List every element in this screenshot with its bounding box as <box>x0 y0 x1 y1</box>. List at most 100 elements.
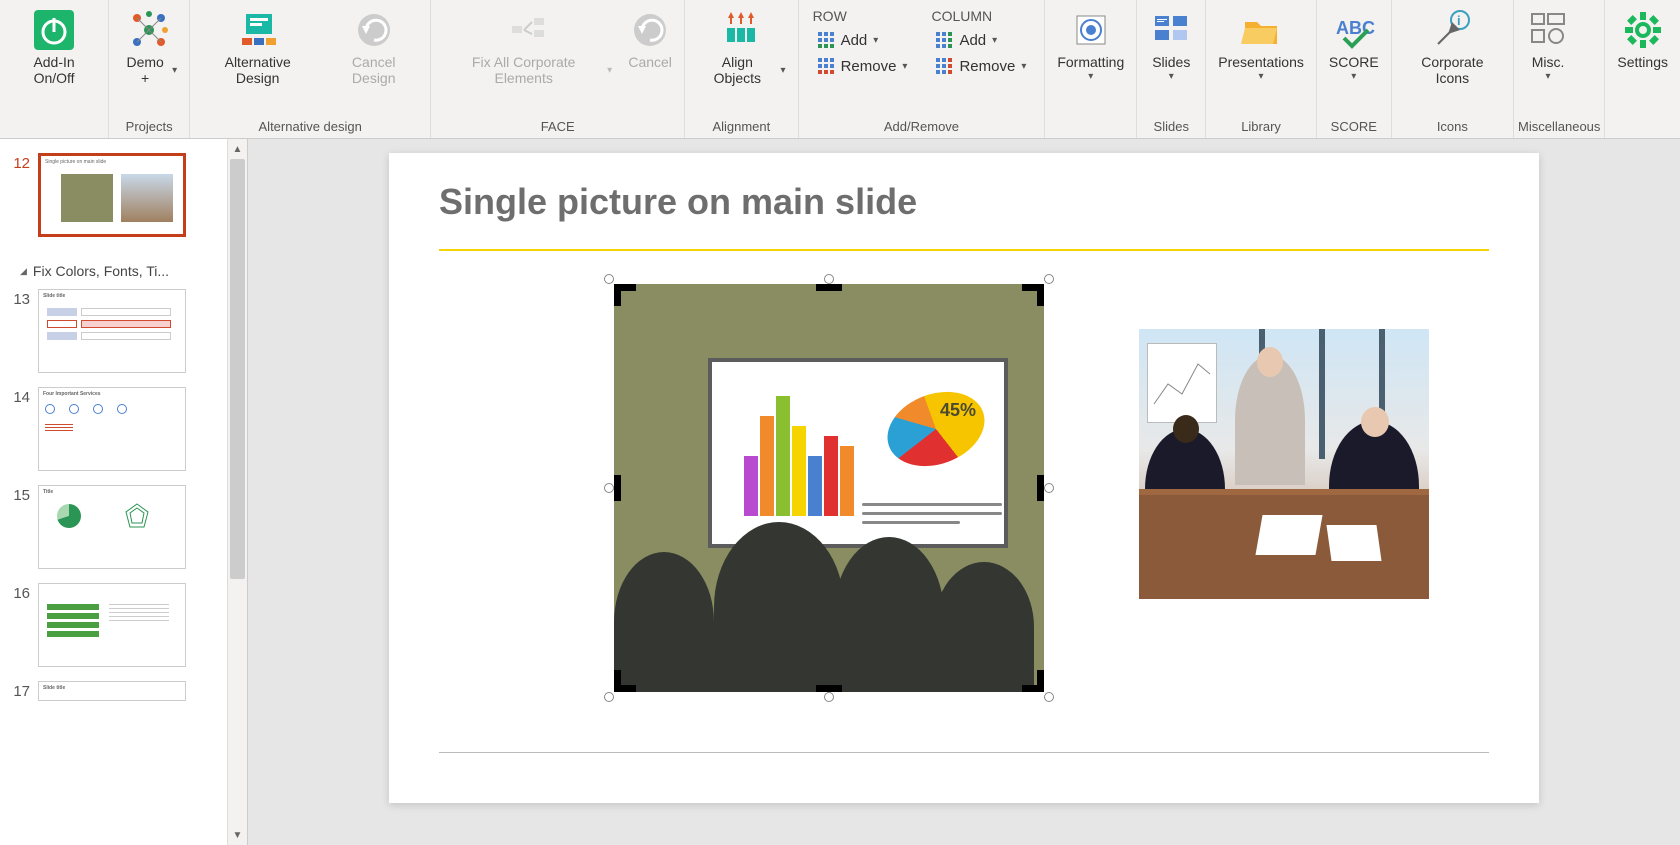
thumbnail-slide-17[interactable]: 17 Slide title <box>8 681 223 701</box>
cancel-design-button: Cancel Design <box>321 4 426 104</box>
resize-handle-n[interactable] <box>824 274 834 284</box>
thumb-preview: Four Important Services <box>38 387 186 471</box>
thumb-number: 15 <box>8 485 38 504</box>
crop-handle-sw[interactable] <box>614 670 636 692</box>
col-add-label: Add <box>959 32 986 49</box>
crop-handle-ne[interactable] <box>1022 284 1044 306</box>
resize-handle-nw[interactable] <box>604 274 614 284</box>
grid-add-col-icon <box>935 31 953 49</box>
thumb-title: Slide title <box>39 290 185 302</box>
slides-stack-icon <box>1149 8 1193 52</box>
main-area: 12 Single picture on main slide ◢ Fix Co… <box>0 139 1680 845</box>
slides-button[interactable]: Slides ▾ <box>1141 4 1201 104</box>
thumb-number: 14 <box>8 387 38 406</box>
svg-text:ABC: ABC <box>1336 18 1375 38</box>
current-slide[interactable]: Single picture on main slide <box>389 153 1539 803</box>
align-objects-button[interactable]: Align Objects▾ <box>689 4 793 104</box>
row-add-button[interactable]: Add ▾ <box>813 28 912 52</box>
fix-corporate-button: Fix All Corporate Elements▾ <box>435 4 620 104</box>
section-header[interactable]: ◢ Fix Colors, Fonts, Ti... <box>8 251 223 289</box>
thumbnail-slide-16[interactable]: 16 <box>8 583 223 667</box>
thumb-number: 16 <box>8 583 38 602</box>
grid-remove-icon <box>817 57 835 75</box>
thumb-preview: Title <box>38 485 186 569</box>
thumbnail-slide-15[interactable]: 15 Title <box>8 485 223 569</box>
meeting-photo[interactable] <box>1139 329 1429 599</box>
thumbnail-scrollbar[interactable]: ▲ ▼ <box>227 139 247 845</box>
corporate-icons-button[interactable]: i Corporate Icons <box>1396 4 1509 104</box>
text-lines-graphic <box>862 503 1002 530</box>
resize-handle-ne[interactable] <box>1044 274 1054 284</box>
cancel-face-label: Cancel <box>628 54 672 70</box>
col-remove-label: Remove <box>959 58 1015 75</box>
thumbnail-list: 12 Single picture on main slide ◢ Fix Co… <box>0 139 247 701</box>
fix-corp-label: Fix All Corporate Elements <box>443 54 604 86</box>
crop-handle-e[interactable] <box>1037 475 1044 501</box>
pie-chart-graphic <box>877 379 995 479</box>
selected-image[interactable]: 45% <box>609 279 1049 697</box>
row-label: ROW <box>813 8 912 24</box>
addin-toggle-button[interactable]: Add-In On/Off <box>4 4 104 104</box>
slides-label: Slides <box>1152 54 1190 70</box>
chevron-down-icon: ▾ <box>172 65 177 76</box>
alt-design-icon <box>236 8 280 52</box>
thumb-preview: Single picture on main slide <box>38 153 186 237</box>
icons-group-label: Icons <box>1396 116 1509 138</box>
thumb-preview: Slide title <box>38 289 186 373</box>
score-button[interactable]: ABC SCORE ▾ <box>1321 4 1387 104</box>
scroll-down-icon[interactable]: ▼ <box>228 825 247 845</box>
resize-handle-w[interactable] <box>604 483 614 493</box>
misc-shapes-icon <box>1526 8 1570 52</box>
gear-icon <box>1621 8 1665 52</box>
library-group-label: Library <box>1210 116 1312 138</box>
chevron-down-icon: ▾ <box>992 35 997 46</box>
thumbnail-slide-13[interactable]: 13 ★ Slide title <box>8 289 223 373</box>
projects-group-label: Projects <box>113 116 185 138</box>
formatting-button[interactable]: Formatting ▾ <box>1049 4 1132 104</box>
face-group-label: FACE <box>435 116 680 138</box>
col-add-button[interactable]: Add ▾ <box>931 28 1030 52</box>
crop-handle-nw[interactable] <box>614 284 636 306</box>
slide-canvas[interactable]: Single picture on main slide <box>248 139 1680 845</box>
chevron-down-icon: ▾ <box>1088 71 1093 82</box>
col-remove-button[interactable]: Remove ▾ <box>931 54 1030 78</box>
crop-handle-n[interactable] <box>816 284 842 291</box>
crop-handle-se[interactable] <box>1022 670 1044 692</box>
alt-design-button[interactable]: Alternative Design <box>194 4 321 104</box>
presentation-board-graphic: 45% <box>708 358 1008 548</box>
settings-button[interactable]: Settings <box>1609 4 1676 104</box>
resize-handle-se[interactable] <box>1044 692 1054 702</box>
demo-button[interactable]: Demo +▾ <box>113 4 185 104</box>
scroll-up-icon[interactable]: ▲ <box>228 139 247 159</box>
demo-network-icon <box>127 8 171 52</box>
slide-content: 45% <box>439 279 1489 697</box>
settings-label: Settings <box>1617 54 1668 70</box>
ribbon-toolbar: Add-In On/Off . Demo +▾ Projects Alterna… <box>0 0 1680 139</box>
resize-handle-e[interactable] <box>1044 483 1054 493</box>
thumb-title: Title <box>39 486 185 498</box>
thumbnail-slide-12[interactable]: 12 Single picture on main slide <box>8 153 223 237</box>
undo-icon <box>628 8 672 52</box>
resize-handle-sw[interactable] <box>604 692 614 702</box>
chevron-down-icon: ▾ <box>1021 61 1026 72</box>
column-label: COLUMN <box>931 8 1030 24</box>
misc-button[interactable]: Misc. ▾ <box>1518 4 1578 104</box>
thumbnail-slide-14[interactable]: 14 Four Important Services <box>8 387 223 471</box>
demo-label: Demo + <box>121 54 169 86</box>
alt-design-group-label: Alternative design <box>194 116 426 138</box>
alt-design-label: Alternative Design <box>202 54 313 86</box>
grid-add-icon <box>817 31 835 49</box>
slide-title[interactable]: Single picture on main slide <box>439 181 1489 223</box>
folder-icon <box>1239 8 1283 52</box>
section-title: Fix Colors, Fonts, Ti... <box>33 263 169 279</box>
thumb-number: 17 <box>8 681 38 700</box>
row-remove-button[interactable]: Remove ▾ <box>813 54 912 78</box>
bar-chart-graphic <box>734 386 874 536</box>
crop-handle-s[interactable] <box>816 685 842 692</box>
crop-handle-w[interactable] <box>614 475 621 501</box>
scroll-thumb[interactable] <box>230 159 245 579</box>
presentations-button[interactable]: Presentations ▾ <box>1210 4 1312 104</box>
align-group-label: Alignment <box>689 116 793 138</box>
thumb-preview: Slide title <box>38 681 186 701</box>
resize-handle-s[interactable] <box>824 692 834 702</box>
